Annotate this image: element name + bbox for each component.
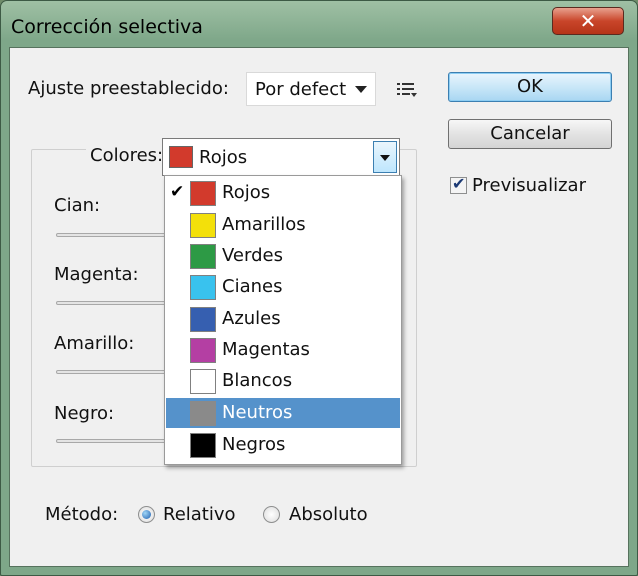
dialog-window: Corrección selectiva ✕ Ajuste preestable… [0, 0, 638, 576]
absolute-label[interactable]: Absoluto [289, 504, 368, 525]
negro-slider[interactable] [56, 439, 168, 443]
list-item-magentas[interactable]: Magentas [166, 335, 400, 365]
colors-dropdown-button[interactable] [373, 141, 397, 173]
preset-value: Por defect [255, 79, 347, 100]
cianes-swatch [190, 275, 216, 300]
close-icon: ✕ [579, 9, 597, 33]
list-item-label: Neutros [222, 402, 293, 423]
magenta-label: Magenta: [54, 264, 139, 285]
cian-label: Cian: [54, 195, 101, 216]
list-item-label: Blancos [222, 370, 293, 391]
rojos-swatch [190, 181, 216, 206]
window-title: Corrección selectiva [11, 16, 203, 38]
list-item-blancos[interactable]: Blancos [166, 366, 400, 396]
cancel-button[interactable]: Cancelar [448, 119, 612, 149]
checkmark-icon: ✔ [452, 174, 466, 193]
title-bar[interactable]: Corrección selectiva ✕ [1, 1, 637, 47]
ok-button[interactable]: OK [448, 72, 612, 102]
colors-dropdown-list: ✔ Rojos Amarillos Verdes Cianes Azules M… [164, 175, 402, 465]
magentas-swatch [190, 338, 216, 363]
list-item-label: Verdes [222, 245, 283, 266]
amarillo-label: Amarillo: [54, 333, 135, 354]
list-item-label: Rojos [222, 182, 271, 203]
absolute-radio[interactable] [263, 506, 280, 523]
list-item-cianes[interactable]: Cianes [166, 272, 400, 302]
relative-label[interactable]: Relativo [163, 504, 236, 525]
cian-slider[interactable] [56, 233, 168, 237]
neutros-swatch [190, 401, 216, 426]
chevron-down-icon [380, 155, 390, 161]
relative-radio[interactable] [138, 506, 155, 523]
method-label: Método: [45, 504, 119, 525]
checkmark-icon: ✔ [170, 182, 185, 202]
negro-label: Negro: [54, 403, 115, 424]
preset-label: Ajuste preestablecido: [28, 78, 229, 99]
negros-swatch [190, 433, 216, 458]
chevron-down-icon [355, 86, 367, 93]
list-item-rojos[interactable]: ✔ Rojos [166, 178, 400, 208]
colors-select[interactable]: Rojos [162, 138, 400, 176]
list-item-negros[interactable]: Negros [166, 430, 400, 460]
verdes-swatch [190, 244, 216, 269]
list-item-label: Magentas [222, 339, 310, 360]
colors-label: Colores: [86, 145, 168, 166]
list-item-label: Negros [222, 434, 286, 455]
list-item-label: Amarillos [222, 214, 306, 235]
preview-checkbox[interactable]: ✔ [450, 174, 467, 194]
azules-swatch [190, 307, 216, 332]
list-item-neutros[interactable]: Neutros [166, 398, 400, 428]
magenta-slider[interactable] [56, 301, 168, 305]
radio-selected-dot [142, 510, 151, 519]
preset-select[interactable]: Por defect [246, 72, 376, 106]
list-item-verdes[interactable]: Verdes [166, 241, 400, 271]
colors-selected-value: Rojos [199, 147, 248, 168]
list-menu-icon[interactable] [396, 80, 418, 100]
close-button[interactable]: ✕ [552, 7, 624, 35]
list-item-amarillos[interactable]: Amarillos [166, 210, 400, 240]
list-item-azules[interactable]: Azules [166, 304, 400, 334]
preview-label[interactable]: Previsualizar [472, 175, 586, 196]
selected-color-swatch [169, 146, 193, 168]
blancos-swatch [190, 369, 216, 394]
dialog-content: Ajuste preestablecido: Por defect OK Can… [9, 47, 629, 567]
list-item-label: Cianes [222, 276, 283, 297]
amarillo-slider[interactable] [56, 370, 168, 374]
list-item-label: Azules [222, 308, 281, 329]
amarillos-swatch [190, 213, 216, 238]
